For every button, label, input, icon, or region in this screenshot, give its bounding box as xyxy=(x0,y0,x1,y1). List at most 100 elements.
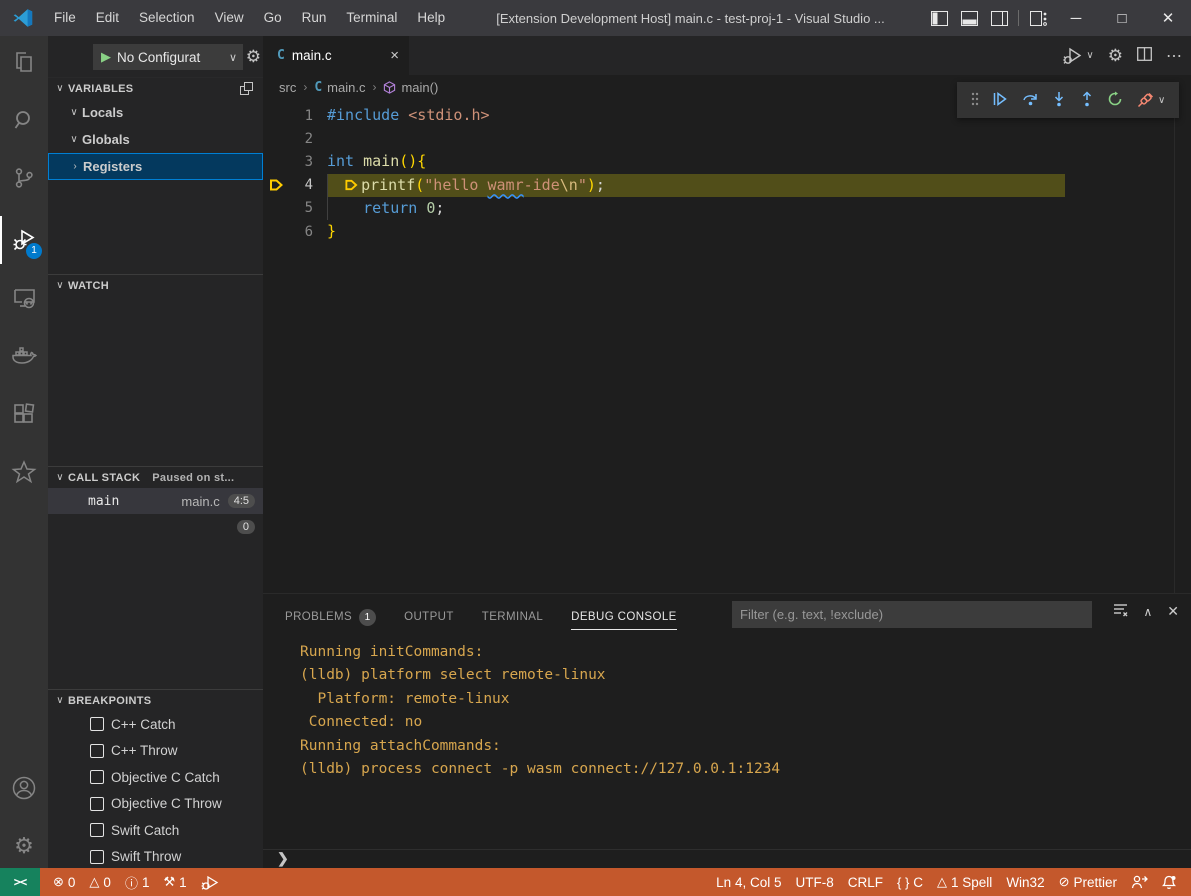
watch-header[interactable]: ∨ WATCH xyxy=(48,274,263,296)
menu-file[interactable]: File xyxy=(44,0,86,36)
menu-edit[interactable]: Edit xyxy=(86,0,129,36)
menu-view[interactable]: View xyxy=(205,0,254,36)
variables-header[interactable]: ∨ VARIABLES xyxy=(48,77,263,99)
breakpoint-row[interactable]: Objective C Catch xyxy=(48,764,263,791)
breakpoint-row[interactable]: Swift Throw xyxy=(48,844,263,871)
collapse-all-icon[interactable] xyxy=(240,82,253,95)
menu-run[interactable]: Run xyxy=(292,0,337,36)
breadcrumb-item[interactable]: src xyxy=(279,80,296,95)
breakpoint-row[interactable]: Objective C Throw xyxy=(48,791,263,818)
status-item-ln-4-col-5[interactable]: Ln 4, Col 5 xyxy=(716,875,781,890)
breadcrumb-item[interactable]: Cmain.c xyxy=(314,80,365,95)
breakpoint-checkbox[interactable] xyxy=(90,823,104,837)
menu-selection[interactable]: Selection xyxy=(129,0,205,36)
status-item-debug-alt[interactable] xyxy=(201,875,219,890)
panel-tab-output[interactable]: OUTPUT xyxy=(404,604,454,630)
continue-icon[interactable] xyxy=(992,91,1008,110)
star-icon[interactable] xyxy=(0,448,48,496)
code-line-4[interactable]: 4 printf("hello wamr-ide\n"); xyxy=(263,174,1191,197)
status-item-crlf[interactable]: CRLF xyxy=(848,875,883,890)
run-or-debug-icon[interactable]: ∨ xyxy=(1063,47,1093,65)
debug-config-dropdown[interactable]: ▶ No Configurat ∨ xyxy=(93,44,243,70)
breakpoint-row[interactable]: Swift Catch xyxy=(48,817,263,844)
code-line-2[interactable]: 2 xyxy=(263,127,1191,150)
variables-item-globals[interactable]: ∨Globals xyxy=(48,126,263,153)
close-panel-icon[interactable]: ✕ xyxy=(1167,603,1179,620)
close-tab-icon[interactable]: × xyxy=(390,47,399,64)
run-and-debug-icon[interactable]: 1 xyxy=(0,216,48,264)
status-item-c[interactable]: { }C xyxy=(897,875,923,890)
breakpoints-header[interactable]: ∨ BREAKPOINTS xyxy=(48,689,263,711)
remote-indicator[interactable]: >< xyxy=(0,868,40,896)
menu-terminal[interactable]: Terminal xyxy=(336,0,407,36)
status-item-bell[interactable] xyxy=(1162,875,1176,890)
stack-frame-row[interactable]: 0 xyxy=(48,514,263,540)
code-line-6[interactable]: 6} xyxy=(263,220,1191,243)
accounts-icon[interactable] xyxy=(0,764,48,812)
minimize-button[interactable]: ─ xyxy=(1053,0,1099,36)
status-item-utf-8[interactable]: UTF-8 xyxy=(795,875,833,890)
restart-icon[interactable] xyxy=(1107,91,1123,110)
debug-console-input[interactable]: ❯ xyxy=(263,849,1191,868)
clear-console-icon[interactable] xyxy=(1113,603,1128,620)
step-over-icon[interactable] xyxy=(1022,91,1039,110)
toolbar-grip-icon[interactable] xyxy=(971,92,979,109)
variables-item-locals[interactable]: ∨Locals xyxy=(48,99,263,126)
remote-explorer-icon[interactable] xyxy=(0,274,48,322)
code-area[interactable]: 1#include <stdio.h>23int main(){4 printf… xyxy=(263,99,1191,629)
explorer-icon[interactable] xyxy=(0,38,48,86)
breakpoint-checkbox[interactable] xyxy=(90,770,104,784)
customize-layout-icon[interactable] xyxy=(1023,0,1053,36)
extensions-icon[interactable] xyxy=(0,390,48,438)
breakpoint-checkbox[interactable] xyxy=(90,717,104,731)
menu-help[interactable]: Help xyxy=(407,0,455,36)
panel-tab-terminal[interactable]: TERMINAL xyxy=(482,604,543,630)
more-actions-icon[interactable]: ⋯ xyxy=(1166,46,1183,66)
disconnect-icon[interactable]: ∨ xyxy=(1137,92,1165,108)
status-item-1[interactable]: ⓘ1 xyxy=(125,873,150,892)
line-number: 6 xyxy=(289,224,313,240)
toggle-sidebar-icon[interactable] xyxy=(924,0,954,36)
step-into-icon[interactable] xyxy=(1052,91,1066,110)
toggle-secondary-sidebar-icon[interactable] xyxy=(984,0,1014,36)
search-icon[interactable] xyxy=(0,96,48,144)
status-item-1-spell[interactable]: △1 Spell xyxy=(937,874,992,890)
toggle-panel-icon[interactable] xyxy=(954,0,984,36)
source-control-icon[interactable] xyxy=(0,154,48,202)
tab-main-c[interactable]: C main.c × xyxy=(263,36,409,75)
breakpoint-row[interactable]: C++ Catch xyxy=(48,711,263,738)
breadcrumb-item[interactable]: main() xyxy=(383,80,438,95)
maximize-button[interactable]: □ xyxy=(1099,0,1145,36)
stack-frame-row[interactable]: mainmain.c4:5 xyxy=(48,488,263,514)
breakpoint-checkbox[interactable] xyxy=(90,850,104,864)
maximize-panel-icon[interactable]: ∧ xyxy=(1143,605,1152,619)
start-debug-icon[interactable]: ▶ xyxy=(101,49,111,65)
call-stack-header[interactable]: ∨ CALL STACK Paused on st... xyxy=(48,466,263,488)
split-editor-icon[interactable] xyxy=(1137,47,1152,64)
docker-icon[interactable] xyxy=(0,332,48,380)
launch-settings-gear-icon[interactable]: ⚙ xyxy=(246,47,261,67)
breakpoint-checkbox[interactable] xyxy=(90,744,104,758)
status-item-1[interactable]: ⚒1 xyxy=(163,874,186,890)
menu-go[interactable]: Go xyxy=(254,0,292,36)
code-line-3[interactable]: 3int main(){ xyxy=(263,150,1191,173)
code-line-5[interactable]: 5 return 0; xyxy=(263,197,1191,220)
step-out-icon[interactable] xyxy=(1080,91,1094,110)
panel-tab-problems[interactable]: PROBLEMS1 xyxy=(285,604,376,630)
status-item-win32[interactable]: Win32 xyxy=(1006,875,1044,890)
editor-scrollbar[interactable] xyxy=(1174,99,1175,629)
line-content: } xyxy=(327,220,336,243)
variables-item-registers[interactable]: ›Registers xyxy=(48,153,263,180)
settings-gear-icon[interactable]: ⚙ xyxy=(0,822,48,870)
status-item-prettier[interactable]: ⊘Prettier xyxy=(1059,874,1117,890)
panel-tab-debug-console[interactable]: DEBUG CONSOLE xyxy=(571,604,677,630)
console-filter-input[interactable] xyxy=(732,601,1092,628)
breakpoint-row[interactable]: C++ Throw xyxy=(48,738,263,765)
editor-settings-gear-icon[interactable]: ⚙ xyxy=(1108,46,1123,66)
status-item-0[interactable]: ⊗0 xyxy=(53,874,75,890)
status-item-feedback[interactable] xyxy=(1131,875,1148,889)
breakpoint-checkbox[interactable] xyxy=(90,797,104,811)
close-button[interactable]: ✕ xyxy=(1145,0,1191,36)
status-item-0[interactable]: △0 xyxy=(89,874,111,890)
breadcrumb-label: main() xyxy=(401,80,438,95)
